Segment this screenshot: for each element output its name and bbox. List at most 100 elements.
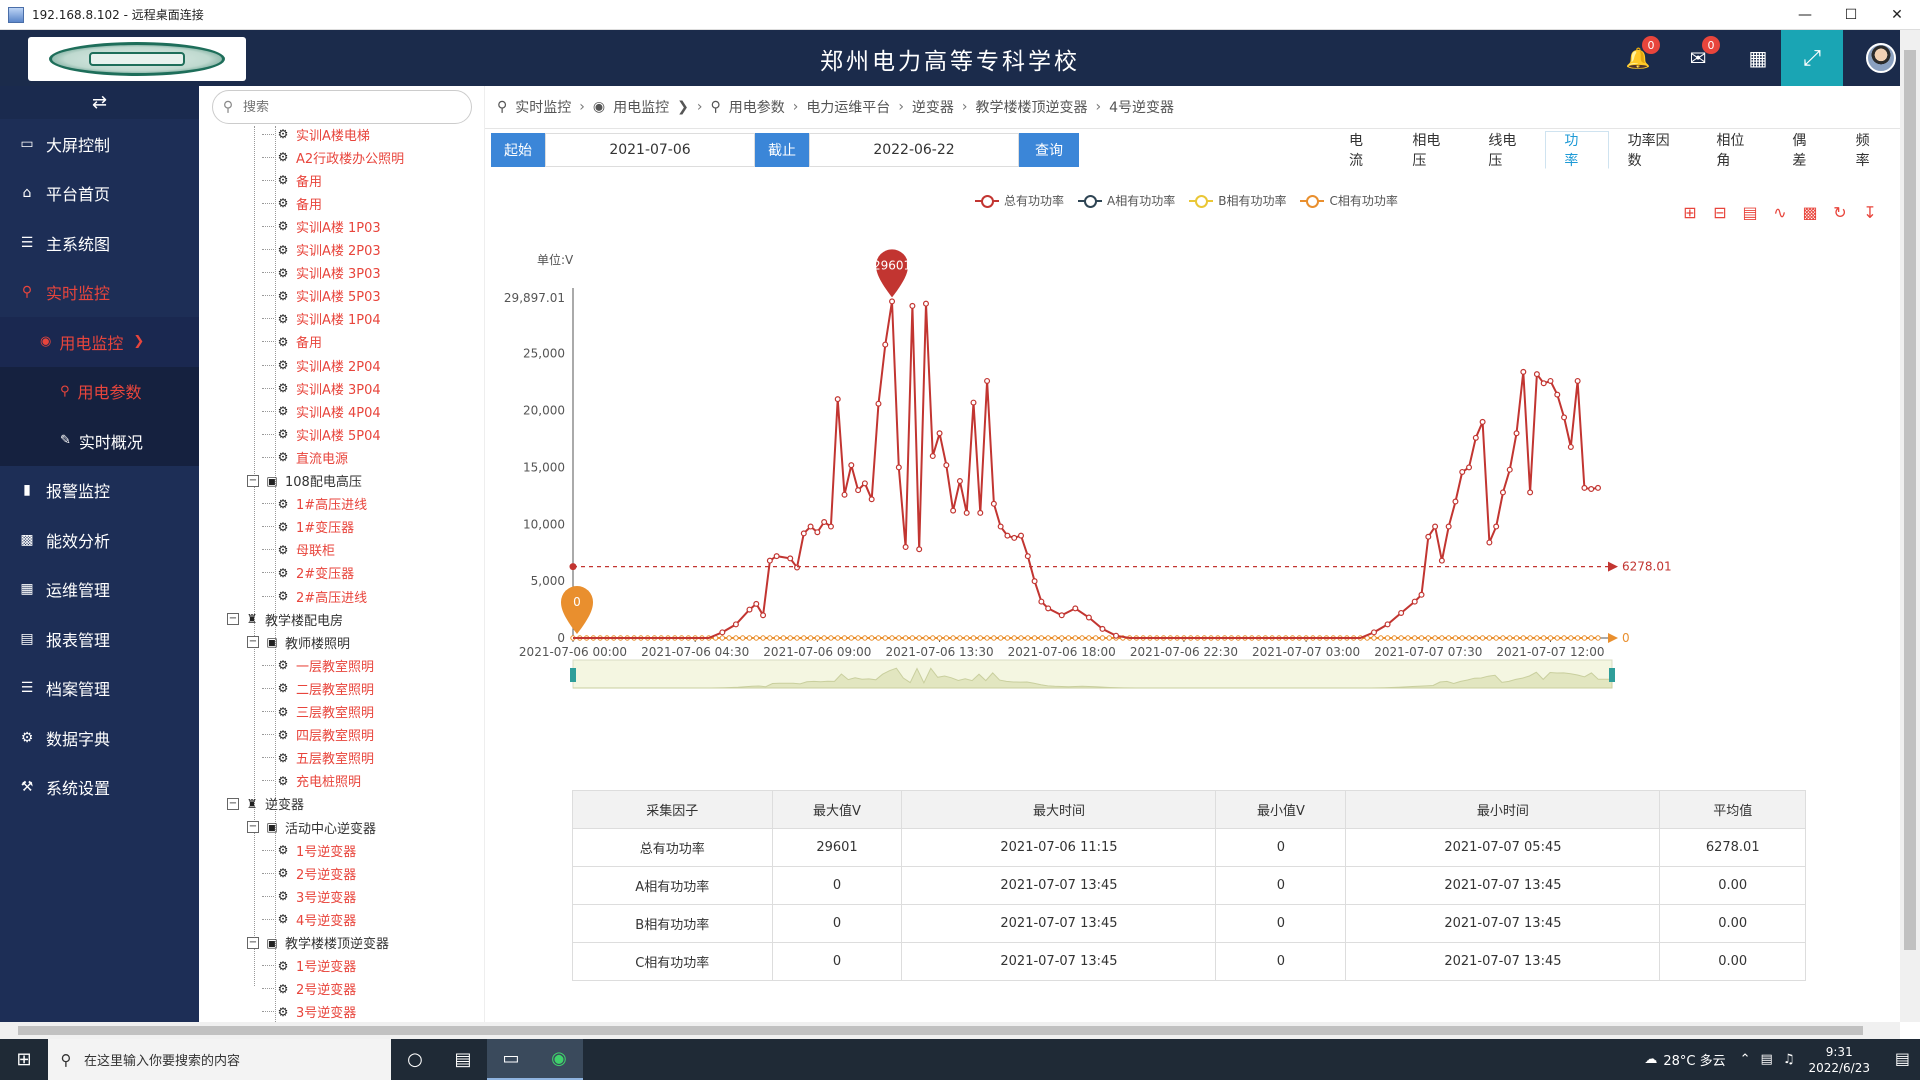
sidebar-item-data-dictionary[interactable]: ⚙ 数据字典: [0, 713, 199, 763]
breadcrumb-item-power-monitor[interactable]: 用电监控: [613, 97, 669, 117]
tree-folder-node[interactable]: − ♜ 教学楼配电房: [227, 608, 343, 630]
tab-phase-voltage[interactable]: 相电压: [1393, 131, 1469, 169]
tree-leaf-node[interactable]: ⚙ 1#高压进线: [262, 493, 367, 515]
tree-search-input[interactable]: [243, 99, 443, 115]
tree-leaf-node[interactable]: ⚙ 实训A楼 1P03: [262, 215, 381, 237]
breadcrumb-item-platform[interactable]: 电力运维平台: [806, 97, 890, 117]
tree-search-box[interactable]: ⚲: [212, 90, 472, 124]
tree-leaf-node[interactable]: ⚙ 2号逆变器: [262, 978, 356, 1000]
grid-button[interactable]: ▦: [1742, 42, 1774, 74]
tree-leaf-node[interactable]: ⚙ 实训A楼 5P04: [262, 423, 381, 445]
sidebar-toggle-button[interactable]: ⇄: [0, 86, 199, 119]
tree-leaf-node[interactable]: ⚙ 3号逆变器: [262, 1001, 356, 1022]
tree-leaf-node[interactable]: ⚙ 母联柜: [262, 539, 335, 561]
tree-folder-node[interactable]: − ▣ 活动中心逆变器: [247, 816, 376, 838]
sidebar-item-realtime-overview[interactable]: ✎ 实时概况: [0, 416, 199, 466]
tree-folder-node[interactable]: − ▣ 教学楼楼顶逆变器: [247, 932, 389, 954]
start-date-input[interactable]: 2021-07-06: [545, 133, 755, 167]
tree-leaf-node[interactable]: ⚙ 1号逆变器: [262, 839, 356, 861]
start-button[interactable]: ⊞: [0, 1039, 48, 1080]
tab-deviation[interactable]: 偶差: [1773, 131, 1836, 169]
sidebar-item-home[interactable]: ⌂ 平台首页: [0, 169, 199, 219]
volume-icon[interactable]: ♫: [1783, 1052, 1795, 1067]
collapse-toggle-icon[interactable]: −: [227, 797, 239, 810]
close-button[interactable]: ✕: [1874, 0, 1920, 30]
tree-leaf-node[interactable]: ⚙ 1#变压器: [262, 516, 354, 538]
tree-leaf-node[interactable]: ⚙ 2#变压器: [262, 562, 354, 584]
network-icon[interactable]: ▤: [1761, 1052, 1773, 1067]
tree-leaf-node[interactable]: ⚙ 备用: [262, 192, 322, 214]
tree-leaf-node[interactable]: ⚙ 2号逆变器: [262, 862, 356, 884]
tree-leaf-node[interactable]: ⚙ 备用: [262, 169, 322, 191]
mail-button[interactable]: ✉ 0: [1682, 36, 1720, 74]
tree-leaf-node[interactable]: ⚙ 五层教室照明: [262, 747, 374, 769]
sidebar-item-power-monitor[interactable]: ◉ 用电监控 ❯: [0, 317, 199, 367]
sidebar-item-energy-analysis[interactable]: ▩ 能效分析: [0, 515, 199, 565]
tree-leaf-node[interactable]: ⚙ 三层教室照明: [262, 701, 374, 723]
tree-folder-node[interactable]: − ♜ 逆变器: [227, 793, 304, 815]
sidebar-item-reports[interactable]: ▤ 报表管理: [0, 614, 199, 664]
tree-leaf-node[interactable]: ⚙ 3号逆变器: [262, 885, 356, 907]
tab-power-factor[interactable]: 功率因数: [1609, 131, 1698, 169]
collapse-toggle-icon[interactable]: −: [247, 936, 259, 949]
tree-leaf-node[interactable]: ⚙ 实训A楼 2P04: [262, 354, 381, 376]
tab-power[interactable]: 功率: [1545, 131, 1609, 169]
task-view-button[interactable]: ▤: [439, 1039, 487, 1080]
tab-phase-angle[interactable]: 相位角: [1697, 131, 1773, 169]
tree-leaf-node[interactable]: ⚙ 实训A楼 2P03: [262, 239, 381, 261]
scroll-thumb[interactable]: [18, 1026, 1863, 1035]
tree-leaf-node[interactable]: ⚙ 直流电源: [262, 446, 348, 468]
sidebar-item-power-params[interactable]: ⚲ 用电参数: [0, 366, 199, 416]
sidebar-item-system-settings[interactable]: ⚒ 系统设置: [0, 763, 199, 813]
end-date-input[interactable]: 2022-06-22: [809, 133, 1019, 167]
horizontal-scrollbar[interactable]: [0, 1022, 1900, 1039]
sidebar-item-system-diagram[interactable]: ☰ 主系统图: [0, 218, 199, 268]
taskbar-remote-desktop[interactable]: ▭: [487, 1039, 535, 1080]
chevron-up-icon[interactable]: ⌃: [1740, 1052, 1751, 1067]
tree-leaf-node[interactable]: ⚙ 实训A楼 1P04: [262, 308, 381, 330]
tree-leaf-node[interactable]: ⚙ A2行政楼办公照明: [262, 146, 404, 168]
tree-leaf-node[interactable]: ⚙ 二层教室照明: [262, 677, 374, 699]
vertical-scrollbar[interactable]: [1900, 30, 1920, 1022]
sidebar-item-alarm-monitor[interactable]: ▮ 报警监控: [0, 466, 199, 516]
tree-folder-node[interactable]: − ▣ 108配电高压: [247, 470, 362, 492]
tab-frequency[interactable]: 频率: [1837, 131, 1900, 169]
sidebar-item-archives[interactable]: ☰ 档案管理: [0, 664, 199, 714]
cortana-button[interactable]: ○: [391, 1039, 439, 1080]
tree-leaf-node[interactable]: ⚙ 四层教室照明: [262, 724, 374, 746]
minimize-button[interactable]: —: [1782, 0, 1828, 30]
sidebar-item-realtime-monitor[interactable]: ⚲ 实时监控: [0, 268, 199, 318]
tree-leaf-node[interactable]: ⚙ 实训A楼 5P03: [262, 285, 381, 307]
avatar[interactable]: [1866, 43, 1896, 73]
tree-leaf-node[interactable]: ⚙ 4号逆变器: [262, 908, 356, 930]
tree-folder-node[interactable]: − ▣ 教师楼照明: [247, 631, 350, 653]
collapse-toggle-icon[interactable]: −: [247, 474, 259, 487]
tree-leaf-node[interactable]: ⚙ 一层教室照明: [262, 654, 374, 676]
tree-leaf-node[interactable]: ⚙ 充电桩照明: [262, 770, 361, 792]
tree-leaf-node[interactable]: ⚙ 实训A楼 4P04: [262, 400, 381, 422]
notification-center-icon[interactable]: ▤: [1895, 1049, 1910, 1068]
tree-leaf-node[interactable]: ⚙ 实训A楼电梯: [262, 126, 370, 145]
tab-line-voltage[interactable]: 线电压: [1469, 131, 1545, 169]
tree-leaf-node[interactable]: ⚙ 1号逆变器: [262, 955, 356, 977]
breadcrumb-item-rooftop-inverter[interactable]: 教学楼楼顶逆变器: [976, 97, 1088, 117]
collapse-toggle-icon[interactable]: −: [227, 613, 239, 626]
clock[interactable]: 9:31 2022/6/23: [1808, 1044, 1870, 1076]
weather-text[interactable]: 28°C 多云: [1663, 1050, 1725, 1069]
sidebar-item-maintenance[interactable]: ▦ 运维管理: [0, 565, 199, 615]
tree-leaf-node[interactable]: ⚙ 实训A楼 3P03: [262, 262, 381, 284]
breadcrumb-item-realtime[interactable]: 实时监控: [515, 97, 571, 117]
sidebar-item-big-screen[interactable]: ▭ 大屏控制: [0, 119, 199, 169]
collapse-toggle-icon[interactable]: −: [247, 821, 259, 833]
taskbar-wechat[interactable]: ◉: [535, 1039, 583, 1080]
breadcrumb-item-inverter[interactable]: 逆变器: [912, 97, 954, 117]
tree-leaf-node[interactable]: ⚙ 2#高压进线: [262, 585, 367, 607]
scroll-thumb[interactable]: [1904, 50, 1916, 950]
tree-leaf-node[interactable]: ⚙ 实训A楼 3P04: [262, 377, 381, 399]
collapse-toggle-icon[interactable]: −: [247, 636, 259, 649]
fullscreen-button[interactable]: ⤢: [1781, 30, 1843, 86]
query-button[interactable]: 查询: [1019, 133, 1079, 167]
tree-leaf-node[interactable]: ⚙ 备用: [262, 331, 322, 353]
breadcrumb-item-power-params[interactable]: 用电参数: [729, 97, 785, 117]
tab-current[interactable]: 电流: [1330, 131, 1393, 169]
